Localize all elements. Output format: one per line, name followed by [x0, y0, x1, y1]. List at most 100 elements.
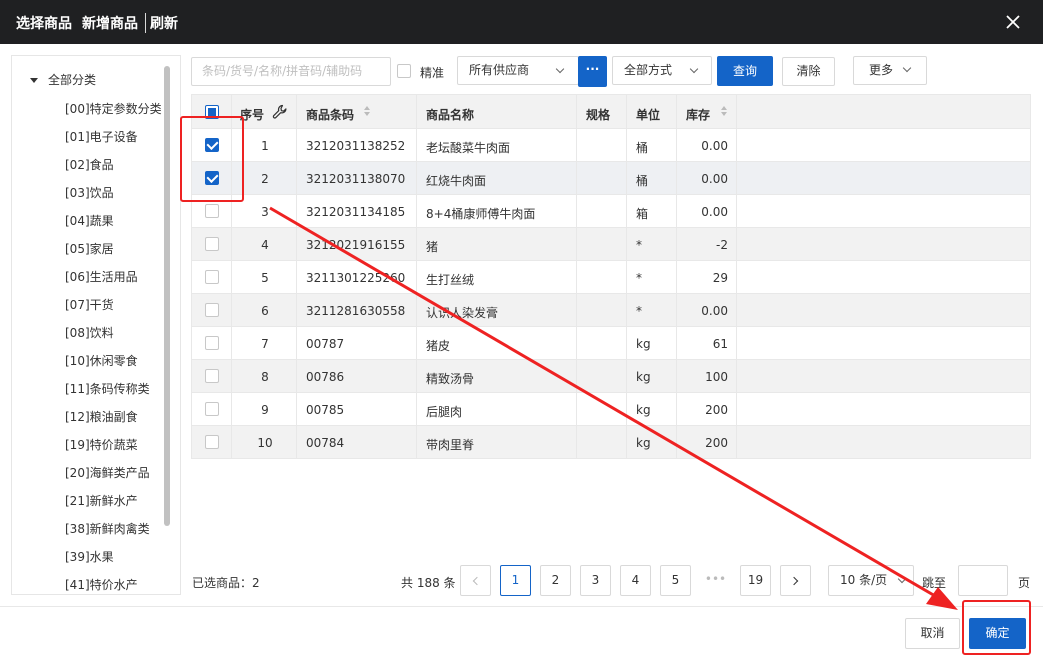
- category-item[interactable]: [10]休闲零食: [65, 352, 138, 369]
- table-row[interactable]: 5 3211301225260 生打丝绒 * 29: [191, 261, 1031, 294]
- page-ellipsis[interactable]: •••: [700, 565, 731, 596]
- row-checkbox[interactable]: [205, 369, 219, 383]
- title-divider: [145, 13, 146, 33]
- category-item[interactable]: [03]饮品: [65, 184, 114, 201]
- refresh-link[interactable]: 刷新: [150, 13, 178, 33]
- dialog-titlebar: 选择商品 新增商品 刷新: [0, 0, 1043, 44]
- table-row[interactable]: 10 00784 带肉里脊 kg 200: [191, 426, 1031, 459]
- chevron-right-icon: [789, 576, 799, 586]
- method-select[interactable]: 全部方式: [612, 56, 712, 85]
- table-row[interactable]: 3 3212031134185 8+4桶康师傅牛肉面 箱 0.00: [191, 195, 1031, 228]
- category-item[interactable]: [06]生活用品: [65, 268, 138, 285]
- header-name: 商品名称: [426, 108, 475, 122]
- table-row[interactable]: 1 3212031138252 老坛酸菜牛肉面 桶 0.00: [191, 129, 1031, 162]
- category-item[interactable]: [01]电子设备: [65, 128, 138, 145]
- cell-unit: *: [636, 304, 642, 318]
- category-item[interactable]: [08]饮料: [65, 324, 114, 341]
- cell-barcode: 3212031138252: [306, 139, 406, 153]
- row-checkbox[interactable]: [205, 303, 219, 317]
- page-button[interactable]: 19: [740, 565, 771, 596]
- category-item[interactable]: [05]家居: [65, 240, 114, 257]
- supplier-value: 所有供应商: [469, 63, 530, 77]
- sort-up-icon[interactable]: [364, 106, 370, 110]
- cell-unit: kg: [636, 403, 651, 417]
- supplier-picker-button[interactable]: ···: [578, 56, 607, 87]
- cell-unit: kg: [636, 370, 651, 384]
- category-item[interactable]: [38]新鲜肉禽类: [65, 520, 150, 537]
- category-item[interactable]: [39]水果: [65, 548, 114, 565]
- sort-down-icon[interactable]: [721, 112, 727, 116]
- method-value: 全部方式: [624, 63, 673, 77]
- cell-seq: 6: [261, 304, 269, 318]
- prev-page-button[interactable]: [460, 565, 491, 596]
- selected-count: 已选商品：2: [192, 576, 260, 590]
- cell-barcode: 00787: [306, 337, 345, 351]
- row-checkbox[interactable]: [205, 336, 219, 350]
- cell-barcode: 00784: [306, 436, 345, 450]
- category-item[interactable]: [11]条码传称类: [65, 380, 150, 397]
- column-divider: [296, 94, 297, 459]
- page-button[interactable]: 4: [620, 565, 651, 596]
- sort-up-icon[interactable]: [721, 106, 727, 110]
- page-button[interactable]: 1: [500, 565, 531, 596]
- page-button[interactable]: 3: [580, 565, 611, 596]
- category-item[interactable]: [07]干货: [65, 296, 114, 313]
- row-checkbox[interactable]: [205, 402, 219, 416]
- row-checkbox[interactable]: [205, 204, 219, 218]
- cell-seq: 5: [261, 271, 269, 285]
- precise-checkbox[interactable]: [397, 64, 411, 78]
- table-row[interactable]: 2 3212031138070 红烧牛肉面 桶 0.00: [191, 162, 1031, 195]
- table-row[interactable]: 9 00785 后腿肉 kg 200: [191, 393, 1031, 426]
- column-divider: [676, 94, 677, 459]
- table-row[interactable]: 8 00786 精致汤骨 kg 100: [191, 360, 1031, 393]
- tree-root-all[interactable]: 全部分类: [30, 71, 96, 88]
- page-button[interactable]: 2: [540, 565, 571, 596]
- cell-name: 精致汤骨: [426, 372, 475, 386]
- cell-barcode: 3212031134185: [306, 205, 406, 219]
- column-divider: [626, 94, 627, 459]
- page-button[interactable]: 5: [660, 565, 691, 596]
- total-count: 共 188 条: [401, 576, 456, 590]
- tree-root-label: 全部分类: [48, 73, 97, 87]
- cell-stock: 200: [705, 436, 728, 450]
- close-icon[interactable]: [1003, 12, 1023, 32]
- category-item[interactable]: [12]粮油副食: [65, 408, 138, 425]
- category-item[interactable]: [02]食品: [65, 156, 114, 173]
- query-button[interactable]: 查询: [717, 56, 773, 86]
- cancel-button[interactable]: 取消: [905, 618, 960, 649]
- category-item[interactable]: [19]特价蔬菜: [65, 436, 138, 453]
- new-product-link[interactable]: 新增商品: [82, 13, 138, 33]
- clear-button[interactable]: 清除: [782, 57, 835, 86]
- more-button[interactable]: 更多: [853, 56, 927, 85]
- row-checkbox[interactable]: [205, 435, 219, 449]
- caret-down-icon[interactable]: [30, 78, 38, 83]
- wrench-icon[interactable]: [272, 104, 288, 120]
- more-label: 更多: [869, 63, 894, 77]
- header-barcode[interactable]: 商品条码: [306, 106, 354, 123]
- category-item[interactable]: [21]新鲜水产: [65, 492, 138, 509]
- page-size-select[interactable]: 10 条/页: [828, 565, 914, 596]
- row-checkbox[interactable]: [205, 237, 219, 251]
- cell-name: 认识人染发膏: [426, 306, 499, 320]
- cell-name: 红烧牛肉面: [426, 174, 487, 188]
- category-item[interactable]: [00]特定参数分类: [65, 100, 162, 117]
- next-page-button[interactable]: [780, 565, 811, 596]
- table-row[interactable]: 6 3211281630558 认识人染发膏 * 0.00: [191, 294, 1031, 327]
- category-item[interactable]: [04]蔬果: [65, 212, 114, 229]
- table-header: 序号 商品条码 商品名称 规格 单位 库存: [191, 94, 1031, 129]
- jump-page-input[interactable]: [958, 565, 1008, 596]
- cell-unit: 桶: [636, 141, 649, 155]
- search-input[interactable]: 条码/货号/名称/拼音码/辅助码: [191, 57, 391, 86]
- supplier-select[interactable]: 所有供应商: [457, 56, 579, 85]
- cell-name: 8+4桶康师傅牛肉面: [426, 207, 536, 221]
- row-checkbox[interactable]: [205, 270, 219, 284]
- cell-stock: 200: [705, 403, 728, 417]
- sidebar-scrollbar[interactable]: [164, 66, 170, 526]
- category-item[interactable]: [20]海鲜类产品: [65, 464, 150, 481]
- header-stock[interactable]: 库存: [686, 106, 710, 123]
- sort-down-icon[interactable]: [364, 112, 370, 116]
- cell-name: 生打丝绒: [426, 273, 475, 287]
- category-item[interactable]: [41]特价水产: [65, 576, 138, 593]
- table-row[interactable]: 7 00787 猪皮 kg 61: [191, 327, 1031, 360]
- table-row[interactable]: 4 3212021916155 猪 * -2: [191, 228, 1031, 261]
